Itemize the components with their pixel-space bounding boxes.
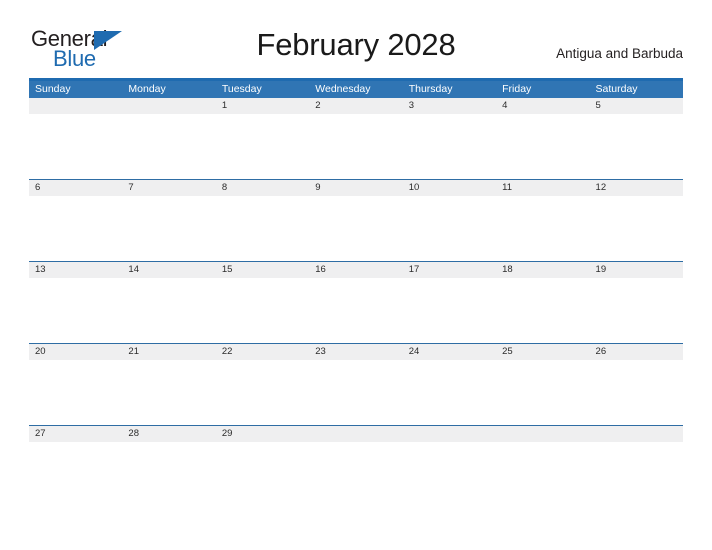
day-number[interactable]: 15 [216,262,309,278]
day-number[interactable] [122,98,215,114]
day-cell[interactable] [216,278,309,343]
weekday-sunday: Sunday [35,83,71,95]
day-number[interactable]: 19 [590,262,683,278]
day-cell[interactable] [122,442,215,507]
day-cell[interactable] [496,442,589,507]
day-cell[interactable] [309,196,402,261]
day-cell[interactable] [403,442,496,507]
week-date-band: 1 2 3 4 5 [29,98,683,114]
day-number[interactable] [403,426,496,442]
day-cell[interactable] [122,196,215,261]
week-row: 6 7 8 9 10 11 12 [29,179,683,261]
day-number[interactable]: 29 [216,426,309,442]
day-number[interactable]: 24 [403,344,496,360]
weekday-wednesday: Wednesday [315,83,371,95]
day-cell[interactable] [122,360,215,425]
week-event-area [29,360,683,425]
region-label: Antigua and Barbuda [556,46,683,61]
calendar-grid: Sunday Monday Tuesday Wednesday Thursday… [29,78,683,507]
day-number[interactable]: 26 [590,344,683,360]
week-event-area [29,278,683,343]
day-cell[interactable] [403,278,496,343]
day-cell[interactable] [216,442,309,507]
day-cell[interactable] [29,442,122,507]
day-number[interactable]: 23 [309,344,402,360]
day-number[interactable]: 3 [403,98,496,114]
week-event-area [29,196,683,261]
day-number[interactable]: 22 [216,344,309,360]
day-number[interactable]: 27 [29,426,122,442]
day-cell[interactable] [122,278,215,343]
day-cell[interactable] [403,114,496,179]
day-cell[interactable] [403,360,496,425]
day-cell[interactable] [590,114,683,179]
weekday-friday: Friday [502,83,532,95]
weekday-monday: Monday [128,83,166,95]
day-cell[interactable] [590,196,683,261]
day-cell[interactable] [590,442,683,507]
day-cell[interactable] [309,360,402,425]
day-number[interactable]: 20 [29,344,122,360]
day-cell[interactable] [29,278,122,343]
day-cell[interactable] [496,278,589,343]
day-number[interactable]: 5 [590,98,683,114]
day-number[interactable]: 4 [496,98,589,114]
week-row: 1 2 3 4 5 [29,98,683,179]
day-number[interactable] [29,98,122,114]
day-cell[interactable] [29,114,122,179]
day-number[interactable]: 21 [122,344,215,360]
week-date-band: 13 14 15 16 17 18 19 [29,262,683,278]
day-number[interactable]: 7 [122,180,215,196]
weekday-tuesday: Tuesday [221,83,262,95]
day-number[interactable]: 17 [403,262,496,278]
day-cell[interactable] [496,196,589,261]
day-cell[interactable] [590,360,683,425]
day-number[interactable] [590,426,683,442]
day-number[interactable] [496,426,589,442]
day-cell[interactable] [590,278,683,343]
day-number[interactable]: 12 [590,180,683,196]
calendar-page: General Blue February 2028 Antigua and B… [0,0,712,550]
day-cell[interactable] [29,196,122,261]
weekday-saturday: Saturday [595,83,638,95]
day-number[interactable]: 6 [29,180,122,196]
day-number[interactable]: 16 [309,262,402,278]
day-cell[interactable] [496,114,589,179]
day-number[interactable]: 25 [496,344,589,360]
day-number[interactable] [309,426,402,442]
day-number[interactable]: 18 [496,262,589,278]
day-number[interactable]: 14 [122,262,215,278]
week-date-band: 20 21 22 23 24 25 26 [29,344,683,360]
day-cell[interactable] [496,360,589,425]
day-number[interactable]: 11 [496,180,589,196]
day-cell[interactable] [309,278,402,343]
day-cell[interactable] [29,360,122,425]
week-row: 20 21 22 23 24 25 26 [29,343,683,425]
day-cell[interactable] [216,114,309,179]
page-header: General Blue February 2028 Antigua and B… [0,0,712,70]
day-number[interactable]: 10 [403,180,496,196]
week-event-area [29,114,683,179]
day-number[interactable]: 28 [122,426,215,442]
day-cell[interactable] [216,360,309,425]
day-cell[interactable] [309,442,402,507]
week-date-band: 6 7 8 9 10 11 12 [29,180,683,196]
week-event-area [29,442,683,507]
day-number[interactable]: 9 [309,180,402,196]
week-date-band: 27 28 29 [29,426,683,442]
weekday-header-row: Sunday Monday Tuesday Wednesday Thursday… [29,81,683,98]
day-number[interactable]: 8 [216,180,309,196]
day-number[interactable]: 13 [29,262,122,278]
week-row: 27 28 29 [29,425,683,507]
day-number[interactable]: 1 [216,98,309,114]
day-cell[interactable] [403,196,496,261]
day-cell[interactable] [309,114,402,179]
day-cell[interactable] [122,114,215,179]
week-row: 13 14 15 16 17 18 19 [29,261,683,343]
day-cell[interactable] [216,196,309,261]
weekday-thursday: Thursday [408,83,453,95]
day-number[interactable]: 2 [309,98,402,114]
